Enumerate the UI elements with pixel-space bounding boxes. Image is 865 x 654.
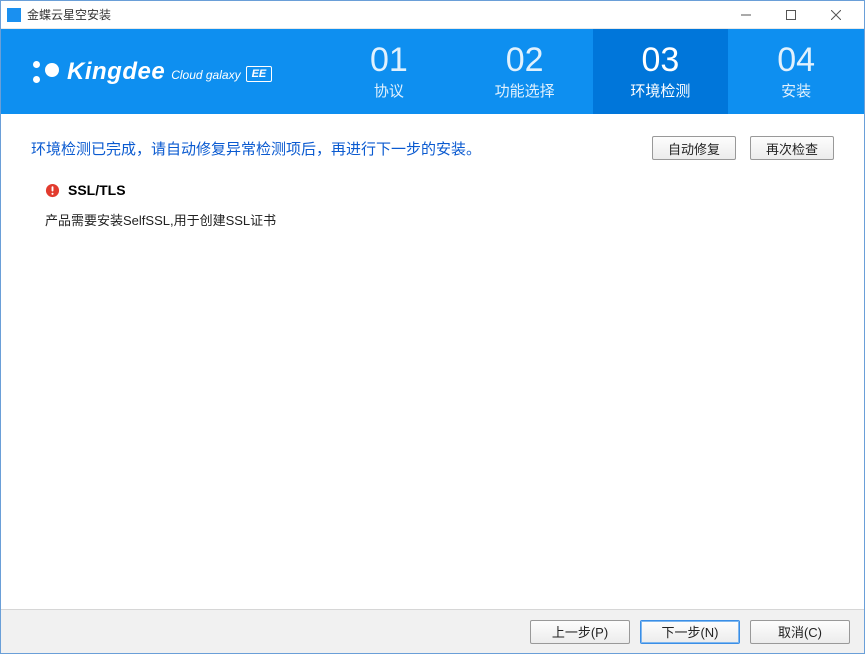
brand: Kingdee Cloud galaxy EE bbox=[1, 29, 321, 114]
step-number: 02 bbox=[506, 43, 544, 77]
footer: 上一步(P) 下一步(N) 取消(C) bbox=[1, 609, 864, 653]
step-environment-check[interactable]: 03 环境检测 bbox=[593, 29, 729, 114]
header: Kingdee Cloud galaxy EE 01 协议 02 功能选择 03… bbox=[1, 29, 864, 114]
step-label: 安装 bbox=[781, 80, 811, 101]
step-agreement[interactable]: 01 协议 bbox=[321, 29, 457, 114]
step-install[interactable]: 04 安装 bbox=[728, 29, 864, 114]
step-label: 功能选择 bbox=[495, 80, 555, 101]
status-message: 环境检测已完成，请自动修复异常检测项后，再进行下一步的安装。 bbox=[31, 138, 481, 159]
step-number: 04 bbox=[777, 43, 815, 77]
window-title: 金蝶云星空安装 bbox=[27, 6, 723, 23]
step-label: 协议 bbox=[374, 80, 404, 101]
issue-title-row: SSL/TLS bbox=[45, 182, 834, 198]
step-number: 01 bbox=[370, 43, 408, 77]
step-label: 环境检测 bbox=[630, 80, 690, 101]
previous-button[interactable]: 上一步(P) bbox=[530, 620, 630, 644]
brand-logo-icon bbox=[29, 57, 59, 87]
issue-title: SSL/TLS bbox=[68, 182, 126, 198]
close-button[interactable] bbox=[813, 1, 858, 28]
issue-item: SSL/TLS 产品需要安装SelfSSL,用于创建SSL证书 bbox=[31, 182, 834, 229]
minimize-button[interactable] bbox=[723, 1, 768, 28]
content-area: 环境检测已完成，请自动修复异常检测项后，再进行下一步的安装。 自动修复 再次检查… bbox=[1, 114, 864, 610]
app-icon bbox=[7, 8, 21, 22]
status-row: 环境检测已完成，请自动修复异常检测项后，再进行下一步的安装。 自动修复 再次检查 bbox=[31, 136, 834, 160]
titlebar: 金蝶云星空安装 bbox=[1, 1, 864, 29]
wizard-steps: 01 协议 02 功能选择 03 环境检测 04 安装 bbox=[321, 29, 864, 114]
cancel-button[interactable]: 取消(C) bbox=[750, 620, 850, 644]
recheck-button[interactable]: 再次检查 bbox=[750, 136, 834, 160]
auto-fix-button[interactable]: 自动修复 bbox=[652, 136, 736, 160]
issue-description: 产品需要安装SelfSSL,用于创建SSL证书 bbox=[45, 210, 834, 229]
maximize-button[interactable] bbox=[768, 1, 813, 28]
brand-subtitle: Cloud galaxy bbox=[171, 68, 240, 82]
brand-badge: EE bbox=[246, 66, 273, 82]
warning-icon bbox=[45, 183, 60, 198]
step-features[interactable]: 02 功能选择 bbox=[457, 29, 593, 114]
brand-name: Kingdee bbox=[67, 58, 165, 86]
step-number: 03 bbox=[641, 43, 679, 77]
window-controls bbox=[723, 1, 858, 28]
next-button[interactable]: 下一步(N) bbox=[640, 620, 740, 644]
status-buttons: 自动修复 再次检查 bbox=[652, 136, 834, 160]
